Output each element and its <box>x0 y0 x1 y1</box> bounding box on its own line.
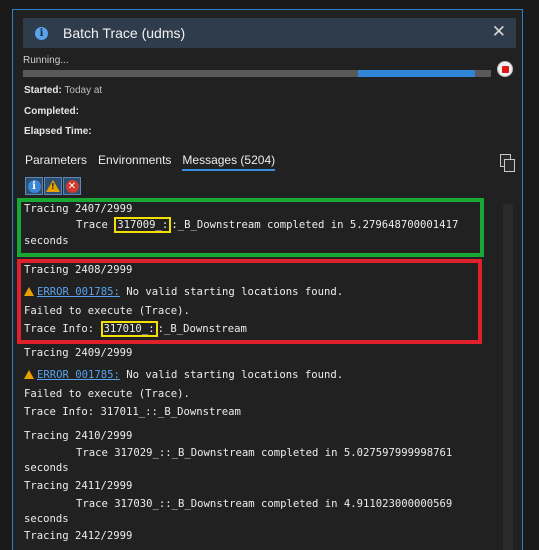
completed-row: Completed: <box>24 106 79 117</box>
completed-label: Completed: <box>24 106 79 117</box>
title-bar: i Batch Trace (udms) ✕ <box>23 18 516 48</box>
message-line: Failed to execute (Trace). <box>24 388 190 400</box>
message-line: Tracing 2410/2999 <box>24 430 133 442</box>
warning-icon <box>24 370 34 379</box>
tab-messages[interactable]: Messages (5204) <box>182 153 276 171</box>
error-link[interactable]: ERROR 001785: <box>37 369 120 381</box>
error-message: ERROR 001785: No valid starting location… <box>24 369 343 382</box>
info-filter-icon: i <box>27 179 41 193</box>
progress-fill <box>357 70 475 77</box>
close-icon[interactable]: ✕ <box>492 22 506 42</box>
tab-environments[interactable]: Environments <box>98 153 171 171</box>
messages-scrollbar[interactable] <box>503 204 513 550</box>
tab-parameters[interactable]: Parameters <box>25 153 87 171</box>
error-filter-icon: ✕ <box>65 179 79 193</box>
tab-bar: Parameters Environments Messages (5204) <box>25 153 286 171</box>
message-line: Trace Info: 317011_::_B_Downstream <box>24 406 241 418</box>
started-label: Started: <box>24 85 62 96</box>
info-icon: i <box>35 26 48 40</box>
copy-icon[interactable] <box>500 154 515 172</box>
message-line: Tracing 2412/2999 <box>24 530 133 542</box>
warning-filter-icon: ! <box>46 180 60 192</box>
message-line: Trace 317029_::_B_Downstream completed i… <box>76 447 453 459</box>
warning-filter-button[interactable]: ! <box>44 177 62 195</box>
running-status: Running... <box>23 55 69 66</box>
info-filter-button[interactable]: i <box>25 177 43 195</box>
message-line: Tracing 2409/2999 <box>24 347 133 359</box>
error-annotation-box <box>17 259 482 344</box>
message-line: Trace 317030_::_B_Downstream completed i… <box>76 498 453 510</box>
elapsed-label: Elapsed Time: <box>24 126 92 137</box>
message-line: seconds <box>24 462 69 474</box>
stop-icon <box>501 65 509 73</box>
message-line: seconds <box>24 513 69 525</box>
started-value: Today at <box>64 85 103 96</box>
progress-bar <box>23 70 491 77</box>
window-title: Batch Trace (udms) <box>63 25 186 41</box>
elapsed-row: Elapsed Time: <box>24 126 92 137</box>
message-filters: i ! ✕ <box>25 177 82 195</box>
success-annotation-box <box>17 198 484 257</box>
started-row: Started: Today at <box>24 85 102 96</box>
message-line: Tracing 2411/2999 <box>24 480 133 492</box>
stop-button[interactable] <box>497 61 513 77</box>
error-filter-button[interactable]: ✕ <box>63 177 81 195</box>
